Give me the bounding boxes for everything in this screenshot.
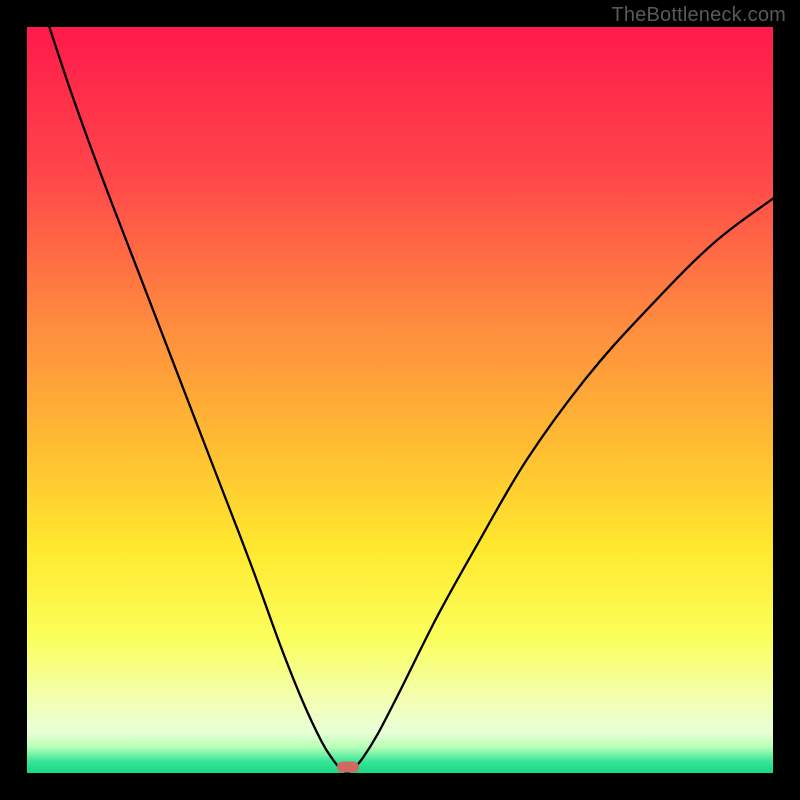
watermark-text: TheBottleneck.com xyxy=(611,4,786,27)
chart-plot-area xyxy=(27,27,773,773)
chart-svg xyxy=(27,27,773,773)
optimal-point-marker xyxy=(337,762,359,773)
chart-background-gradient xyxy=(27,27,773,773)
